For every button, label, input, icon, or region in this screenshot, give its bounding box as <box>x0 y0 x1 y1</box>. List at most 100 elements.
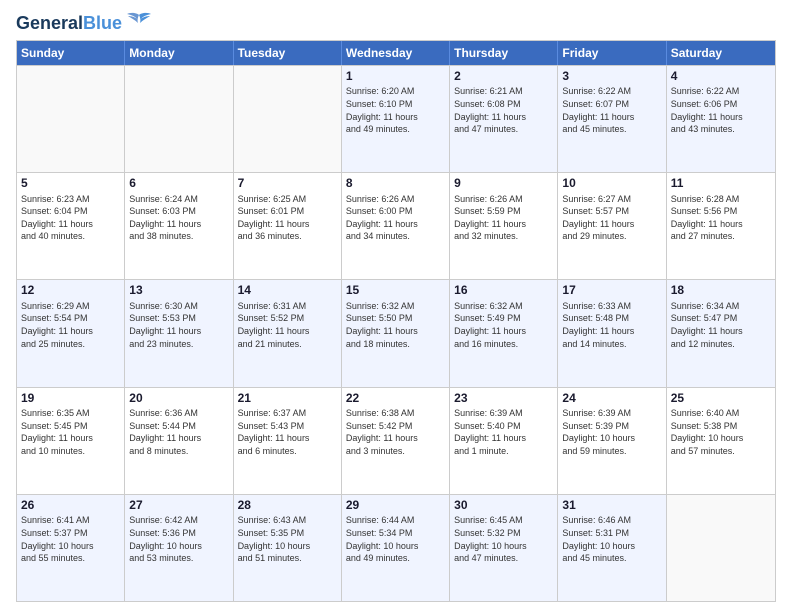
day-info: Sunrise: 6:42 AM Sunset: 5:36 PM Dayligh… <box>129 514 228 564</box>
calendar-body: 1Sunrise: 6:20 AM Sunset: 6:10 PM Daylig… <box>17 65 775 601</box>
calendar-header: SundayMondayTuesdayWednesdayThursdayFrid… <box>17 41 775 65</box>
calendar-cell-23: 23Sunrise: 6:39 AM Sunset: 5:40 PM Dayli… <box>450 388 558 494</box>
day-number: 14 <box>238 283 337 299</box>
day-number: 6 <box>129 176 228 192</box>
calendar-cell-4: 4Sunrise: 6:22 AM Sunset: 6:06 PM Daylig… <box>667 66 775 172</box>
calendar-cell-7: 7Sunrise: 6:25 AM Sunset: 6:01 PM Daylig… <box>234 173 342 279</box>
calendar-cell-16: 16Sunrise: 6:32 AM Sunset: 5:49 PM Dayli… <box>450 280 558 386</box>
calendar-cell-11: 11Sunrise: 6:28 AM Sunset: 5:56 PM Dayli… <box>667 173 775 279</box>
day-info: Sunrise: 6:45 AM Sunset: 5:32 PM Dayligh… <box>454 514 553 564</box>
day-number: 4 <box>671 69 771 85</box>
calendar-cell-9: 9Sunrise: 6:26 AM Sunset: 5:59 PM Daylig… <box>450 173 558 279</box>
calendar-weekday-friday: Friday <box>558 41 666 65</box>
day-info: Sunrise: 6:24 AM Sunset: 6:03 PM Dayligh… <box>129 193 228 243</box>
day-number: 3 <box>562 69 661 85</box>
day-info: Sunrise: 6:30 AM Sunset: 5:53 PM Dayligh… <box>129 300 228 350</box>
calendar-cell-31: 31Sunrise: 6:46 AM Sunset: 5:31 PM Dayli… <box>558 495 666 601</box>
calendar-weekday-thursday: Thursday <box>450 41 558 65</box>
calendar-cell-29: 29Sunrise: 6:44 AM Sunset: 5:34 PM Dayli… <box>342 495 450 601</box>
day-number: 28 <box>238 498 337 514</box>
calendar-weekday-monday: Monday <box>125 41 233 65</box>
day-number: 2 <box>454 69 553 85</box>
day-number: 12 <box>21 283 120 299</box>
calendar-cell-empty <box>17 66 125 172</box>
day-info: Sunrise: 6:32 AM Sunset: 5:50 PM Dayligh… <box>346 300 445 350</box>
day-number: 8 <box>346 176 445 192</box>
day-number: 1 <box>346 69 445 85</box>
day-info: Sunrise: 6:28 AM Sunset: 5:56 PM Dayligh… <box>671 193 771 243</box>
day-info: Sunrise: 6:33 AM Sunset: 5:48 PM Dayligh… <box>562 300 661 350</box>
day-number: 10 <box>562 176 661 192</box>
day-number: 18 <box>671 283 771 299</box>
calendar-cell-21: 21Sunrise: 6:37 AM Sunset: 5:43 PM Dayli… <box>234 388 342 494</box>
day-info: Sunrise: 6:46 AM Sunset: 5:31 PM Dayligh… <box>562 514 661 564</box>
day-info: Sunrise: 6:21 AM Sunset: 6:08 PM Dayligh… <box>454 85 553 135</box>
day-info: Sunrise: 6:35 AM Sunset: 5:45 PM Dayligh… <box>21 407 120 457</box>
calendar-cell-15: 15Sunrise: 6:32 AM Sunset: 5:50 PM Dayli… <box>342 280 450 386</box>
calendar-cell-empty <box>234 66 342 172</box>
calendar-week-5: 26Sunrise: 6:41 AM Sunset: 5:37 PM Dayli… <box>17 494 775 601</box>
day-number: 7 <box>238 176 337 192</box>
day-number: 11 <box>671 176 771 192</box>
day-info: Sunrise: 6:31 AM Sunset: 5:52 PM Dayligh… <box>238 300 337 350</box>
calendar-week-3: 12Sunrise: 6:29 AM Sunset: 5:54 PM Dayli… <box>17 279 775 386</box>
day-info: Sunrise: 6:43 AM Sunset: 5:35 PM Dayligh… <box>238 514 337 564</box>
calendar-cell-25: 25Sunrise: 6:40 AM Sunset: 5:38 PM Dayli… <box>667 388 775 494</box>
header: GeneralBlue <box>16 10 776 34</box>
day-number: 16 <box>454 283 553 299</box>
calendar-cell-13: 13Sunrise: 6:30 AM Sunset: 5:53 PM Dayli… <box>125 280 233 386</box>
calendar-week-1: 1Sunrise: 6:20 AM Sunset: 6:10 PM Daylig… <box>17 65 775 172</box>
page: GeneralBlue SundayMondayTuesdayWednesday… <box>0 0 792 612</box>
calendar-cell-2: 2Sunrise: 6:21 AM Sunset: 6:08 PM Daylig… <box>450 66 558 172</box>
calendar-cell-10: 10Sunrise: 6:27 AM Sunset: 5:57 PM Dayli… <box>558 173 666 279</box>
day-number: 17 <box>562 283 661 299</box>
logo-text: GeneralBlue <box>16 14 122 34</box>
calendar-cell-5: 5Sunrise: 6:23 AM Sunset: 6:04 PM Daylig… <box>17 173 125 279</box>
day-number: 13 <box>129 283 228 299</box>
calendar-cell-empty <box>125 66 233 172</box>
calendar-cell-8: 8Sunrise: 6:26 AM Sunset: 6:00 PM Daylig… <box>342 173 450 279</box>
calendar-cell-18: 18Sunrise: 6:34 AM Sunset: 5:47 PM Dayli… <box>667 280 775 386</box>
day-info: Sunrise: 6:44 AM Sunset: 5:34 PM Dayligh… <box>346 514 445 564</box>
day-number: 20 <box>129 391 228 407</box>
logo: GeneralBlue <box>16 14 153 34</box>
calendar-weekday-sunday: Sunday <box>17 41 125 65</box>
calendar-cell-14: 14Sunrise: 6:31 AM Sunset: 5:52 PM Dayli… <box>234 280 342 386</box>
calendar-cell-17: 17Sunrise: 6:33 AM Sunset: 5:48 PM Dayli… <box>558 280 666 386</box>
calendar-cell-24: 24Sunrise: 6:39 AM Sunset: 5:39 PM Dayli… <box>558 388 666 494</box>
day-info: Sunrise: 6:20 AM Sunset: 6:10 PM Dayligh… <box>346 85 445 135</box>
day-number: 31 <box>562 498 661 514</box>
calendar: SundayMondayTuesdayWednesdayThursdayFrid… <box>16 40 776 602</box>
day-number: 30 <box>454 498 553 514</box>
calendar-cell-12: 12Sunrise: 6:29 AM Sunset: 5:54 PM Dayli… <box>17 280 125 386</box>
day-number: 19 <box>21 391 120 407</box>
day-info: Sunrise: 6:37 AM Sunset: 5:43 PM Dayligh… <box>238 407 337 457</box>
day-info: Sunrise: 6:39 AM Sunset: 5:40 PM Dayligh… <box>454 407 553 457</box>
calendar-week-4: 19Sunrise: 6:35 AM Sunset: 5:45 PM Dayli… <box>17 387 775 494</box>
calendar-weekday-tuesday: Tuesday <box>234 41 342 65</box>
calendar-cell-22: 22Sunrise: 6:38 AM Sunset: 5:42 PM Dayli… <box>342 388 450 494</box>
calendar-cell-30: 30Sunrise: 6:45 AM Sunset: 5:32 PM Dayli… <box>450 495 558 601</box>
day-info: Sunrise: 6:41 AM Sunset: 5:37 PM Dayligh… <box>21 514 120 564</box>
day-info: Sunrise: 6:32 AM Sunset: 5:49 PM Dayligh… <box>454 300 553 350</box>
day-info: Sunrise: 6:22 AM Sunset: 6:07 PM Dayligh… <box>562 85 661 135</box>
day-number: 24 <box>562 391 661 407</box>
day-info: Sunrise: 6:25 AM Sunset: 6:01 PM Dayligh… <box>238 193 337 243</box>
day-info: Sunrise: 6:26 AM Sunset: 5:59 PM Dayligh… <box>454 193 553 243</box>
calendar-weekday-saturday: Saturday <box>667 41 775 65</box>
calendar-cell-28: 28Sunrise: 6:43 AM Sunset: 5:35 PM Dayli… <box>234 495 342 601</box>
calendar-cell-20: 20Sunrise: 6:36 AM Sunset: 5:44 PM Dayli… <box>125 388 233 494</box>
day-info: Sunrise: 6:22 AM Sunset: 6:06 PM Dayligh… <box>671 85 771 135</box>
calendar-cell-27: 27Sunrise: 6:42 AM Sunset: 5:36 PM Dayli… <box>125 495 233 601</box>
day-number: 23 <box>454 391 553 407</box>
day-info: Sunrise: 6:26 AM Sunset: 6:00 PM Dayligh… <box>346 193 445 243</box>
calendar-week-2: 5Sunrise: 6:23 AM Sunset: 6:04 PM Daylig… <box>17 172 775 279</box>
calendar-cell-1: 1Sunrise: 6:20 AM Sunset: 6:10 PM Daylig… <box>342 66 450 172</box>
day-info: Sunrise: 6:38 AM Sunset: 5:42 PM Dayligh… <box>346 407 445 457</box>
calendar-cell-19: 19Sunrise: 6:35 AM Sunset: 5:45 PM Dayli… <box>17 388 125 494</box>
day-info: Sunrise: 6:36 AM Sunset: 5:44 PM Dayligh… <box>129 407 228 457</box>
calendar-weekday-wednesday: Wednesday <box>342 41 450 65</box>
calendar-cell-26: 26Sunrise: 6:41 AM Sunset: 5:37 PM Dayli… <box>17 495 125 601</box>
day-number: 21 <box>238 391 337 407</box>
day-number: 15 <box>346 283 445 299</box>
